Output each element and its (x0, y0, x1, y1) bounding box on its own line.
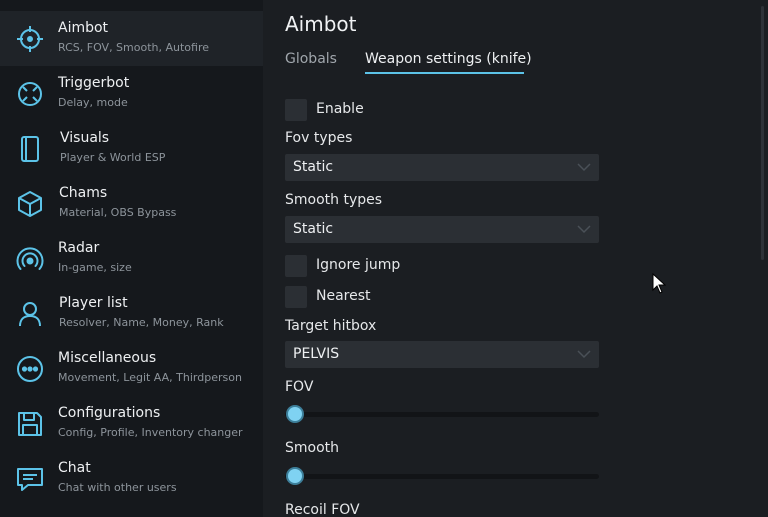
sidebar-item-triggerbot[interactable]: Triggerbot Delay, mode (0, 66, 263, 121)
ignore-jump-checkbox[interactable] (285, 255, 307, 277)
sidebar-item-configurations[interactable]: Configurations Config, Profile, Inventor… (0, 396, 263, 451)
enable-checkbox[interactable] (285, 99, 307, 121)
sidebar-item-title: Chams (59, 185, 108, 201)
chat-icon (14, 463, 46, 495)
target-hitbox-label: Target hitbox (285, 318, 377, 334)
sidebar-item-aimbot[interactable]: Aimbot RCS, FOV, Smooth, Autofire (0, 11, 263, 66)
sidebar-item-subtitle: Resolver, Name, Money, Rank (59, 316, 224, 329)
more-icon (14, 353, 46, 385)
save-icon (14, 408, 46, 440)
crosshair-icon (14, 23, 46, 55)
sidebar-item-visuals[interactable]: Visuals Player & World ESP (0, 121, 263, 176)
target-hitbox-value: PELVIS (293, 346, 340, 362)
sidebar-item-title: Radar (58, 240, 100, 256)
sidebar-item-subtitle: Chat with other users (58, 481, 177, 494)
fov-types-label: Fov types (285, 130, 353, 146)
target-hitbox-select[interactable]: PELVIS (285, 341, 599, 368)
fov-types-value: Static (293, 159, 334, 175)
smooth-slider[interactable] (285, 469, 599, 483)
panel-icon (14, 133, 46, 165)
target-icon (14, 78, 46, 110)
sidebar-item-subtitle: Config, Profile, Inventory changer (58, 426, 243, 439)
smooth-types-label: Smooth types (285, 192, 383, 208)
sidebar-item-subtitle: Movement, Legit AA, Thirdperson (58, 371, 242, 384)
sidebar-item-chams[interactable]: Chams Material, OBS Bypass (0, 176, 263, 231)
active-tab-indicator (365, 72, 524, 74)
sidebar-item-miscellaneous[interactable]: Miscellaneous Movement, Legit AA, Thirdp… (0, 341, 263, 396)
main-panel: Aimbot Globals Weapon settings (knife) E… (263, 0, 768, 517)
fov-types-select[interactable]: Static (285, 154, 599, 181)
nearest-label: Nearest (316, 288, 371, 304)
enable-label: Enable (316, 101, 364, 117)
page-title: Aimbot (285, 12, 357, 36)
sidebar-item-title: Triggerbot (58, 75, 130, 91)
mouse-cursor-icon (652, 273, 666, 294)
tab-weapon-settings[interactable]: Weapon settings (knife) (365, 51, 532, 67)
cube-icon (14, 188, 46, 220)
sidebar: Aimbot RCS, FOV, Smooth, Autofire Trigge… (0, 0, 263, 517)
chevron-down-icon (577, 163, 591, 172)
sidebar-item-title: Configurations (58, 405, 161, 421)
nearest-checkbox[interactable] (285, 286, 307, 308)
chevron-down-icon (577, 225, 591, 234)
sidebar-item-chat[interactable]: Chat Chat with other users (0, 451, 263, 506)
smooth-types-select[interactable]: Static (285, 216, 599, 243)
fov-slider-handle[interactable] (288, 407, 302, 421)
smooth-slider-handle[interactable] (288, 469, 302, 483)
sidebar-item-subtitle: Delay, mode (58, 96, 128, 109)
tab-globals[interactable]: Globals (285, 51, 337, 67)
smooth-label: Smooth (285, 440, 340, 456)
sidebar-item-subtitle: Player & World ESP (60, 151, 166, 164)
scrollbar[interactable] (761, 6, 764, 260)
sidebar-item-title: Chat (58, 460, 91, 476)
ignore-jump-label: Ignore jump (316, 257, 401, 273)
sidebar-item-radar[interactable]: Radar In-game, size (0, 231, 263, 286)
recoil-fov-label: Recoil FOV (285, 502, 360, 517)
user-icon (14, 298, 46, 330)
sidebar-item-title: Aimbot (58, 20, 109, 36)
sidebar-item-player-list[interactable]: Player list Resolver, Name, Money, Rank (0, 286, 263, 341)
sidebar-item-title: Miscellaneous (58, 350, 157, 366)
fov-slider[interactable] (285, 407, 599, 421)
sidebar-item-title: Player list (59, 295, 128, 311)
sidebar-item-title: Visuals (60, 130, 110, 146)
sidebar-item-subtitle: Material, OBS Bypass (59, 206, 177, 219)
radar-icon (14, 243, 46, 275)
sidebar-item-subtitle: RCS, FOV, Smooth, Autofire (58, 41, 210, 54)
smooth-types-value: Static (293, 221, 334, 237)
sidebar-item-subtitle: In-game, size (58, 261, 132, 274)
fov-label: FOV (285, 379, 314, 395)
chevron-down-icon (577, 350, 591, 359)
